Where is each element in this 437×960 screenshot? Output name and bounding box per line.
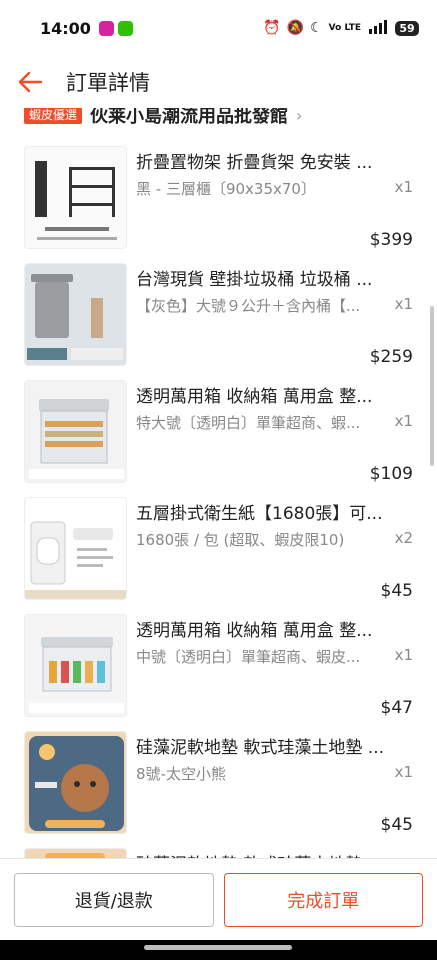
- mute-icon: 🔕: [286, 20, 305, 36]
- item-price: $399: [369, 230, 413, 250]
- arrow-left-icon: [18, 71, 43, 93]
- item-quantity: x1: [394, 412, 413, 430]
- item-price: $45: [380, 581, 413, 601]
- shop-tag: 蝦皮優選: [24, 108, 83, 124]
- status-time: 14:00: [40, 18, 91, 38]
- item-variant: 8號-太空小熊: [136, 765, 226, 783]
- return-refund-button[interactable]: 退貨/退款: [14, 873, 214, 927]
- page-title: 訂單詳情: [66, 71, 150, 95]
- item-variant: 黑 - 三層櫃〔90x35x70〕: [136, 180, 316, 198]
- back-button[interactable]: [0, 56, 60, 108]
- product-image-bath-mat-2: [24, 848, 127, 858]
- product-image-storage-box: [24, 380, 127, 483]
- order-item[interactable]: 硅藻泥軟地墊 軟式珪藻土地墊 ...: [0, 848, 437, 858]
- alarm-icon: ⏰: [263, 20, 281, 36]
- order-items-list[interactable]: 蝦皮優選 伙莱小島潮流用品批發館 › 折疊置物架 折疊貨架 免安裝 ... 黑 …: [0, 108, 437, 858]
- item-price: $259: [369, 347, 413, 367]
- item-variant: 特大號〔透明白〕單筆超商、蝦...: [136, 414, 361, 432]
- do-not-disturb-icon: ☾: [310, 20, 323, 36]
- status-bar: 14:00 ⏰ 🔕 ☾ Vo LTE 59: [0, 0, 437, 56]
- volte-label: Vo LTE: [328, 22, 361, 33]
- complete-order-button[interactable]: 完成訂單: [223, 873, 423, 927]
- signal-icon: [367, 19, 389, 37]
- status-icons: ⏰ 🔕 ☾ Vo LTE 59: [263, 19, 419, 37]
- app-header: 訂單詳情: [0, 56, 437, 108]
- notification-apps: [98, 20, 133, 36]
- order-item[interactable]: 透明萬用箱 收納箱 萬用盒 整... 中號〔透明白〕單筆超商、蝦皮... x1 …: [0, 614, 437, 731]
- battery-icon: 59: [395, 20, 419, 36]
- home-indicator[interactable]: [144, 945, 292, 950]
- scrollbar[interactable]: [430, 306, 434, 466]
- bottom-action-bar: 退貨/退款 完成訂單: [0, 858, 437, 940]
- order-item[interactable]: 五層掛式衛生紙【1680張】可... 1680張 / 包 (超取、蝦皮限10) …: [0, 497, 437, 614]
- item-quantity: x1: [394, 763, 413, 781]
- shop-name: 伙莱小島潮流用品批發館: [90, 108, 289, 127]
- shop-header[interactable]: 蝦皮優選 伙莱小島潮流用品批發館 ›: [24, 108, 302, 130]
- item-quantity: x2: [394, 529, 413, 547]
- product-image-storage-box-medium: [24, 614, 127, 717]
- item-variant: 中號〔透明白〕單筆超商、蝦皮...: [136, 648, 361, 666]
- product-image-trash-bin: [24, 263, 127, 366]
- item-name: 台灣現貨 壁掛垃圾桶 垃圾桶 ...: [136, 270, 373, 290]
- order-item[interactable]: 透明萬用箱 收納箱 萬用盒 整... 特大號〔透明白〕單筆超商、蝦... x1 …: [0, 380, 437, 497]
- chevron-right-icon: ›: [296, 108, 303, 125]
- product-image-bath-mat: [24, 731, 127, 834]
- order-item[interactable]: 折疊置物架 折疊貨架 免安裝 ... 黑 - 三層櫃〔90x35x70〕 x1 …: [0, 146, 437, 263]
- product-image-shelf: [24, 146, 127, 249]
- item-quantity: x1: [394, 178, 413, 196]
- system-nav-bar: [0, 940, 437, 960]
- item-name: 透明萬用箱 收納箱 萬用盒 整...: [136, 387, 373, 407]
- item-name: 硅藻泥軟地墊 軟式珪藻土地墊 ...: [136, 850, 404, 858]
- item-name: 折疊置物架 折疊貨架 免安裝 ...: [136, 153, 373, 173]
- item-price: $109: [369, 464, 413, 484]
- item-quantity: x1: [394, 295, 413, 313]
- item-quantity: x1: [394, 646, 413, 664]
- wechat-icon: [117, 20, 133, 36]
- product-image-tissue: [24, 497, 127, 600]
- item-price: $47: [380, 698, 413, 718]
- item-variant: 【灰色】大號９公升＋含內桶【...: [136, 297, 361, 315]
- item-name: 硅藻泥軟地墊 軟式珪藻土地墊 ...: [136, 738, 385, 758]
- item-name: 透明萬用箱 收納箱 萬用盒 整...: [136, 621, 373, 641]
- item-price: $45: [380, 815, 413, 835]
- order-item[interactable]: 硅藻泥軟地墊 軟式珪藻土地墊 ... 8號-太空小熊 x1 $45: [0, 731, 437, 848]
- item-variant: 1680張 / 包 (超取、蝦皮限10): [136, 531, 345, 549]
- instagram-icon: [98, 20, 114, 36]
- item-name: 五層掛式衛生紙【1680張】可...: [136, 504, 383, 524]
- order-item[interactable]: 台灣現貨 壁掛垃圾桶 垃圾桶 ... 【灰色】大號９公升＋含內桶【... x1 …: [0, 263, 437, 380]
